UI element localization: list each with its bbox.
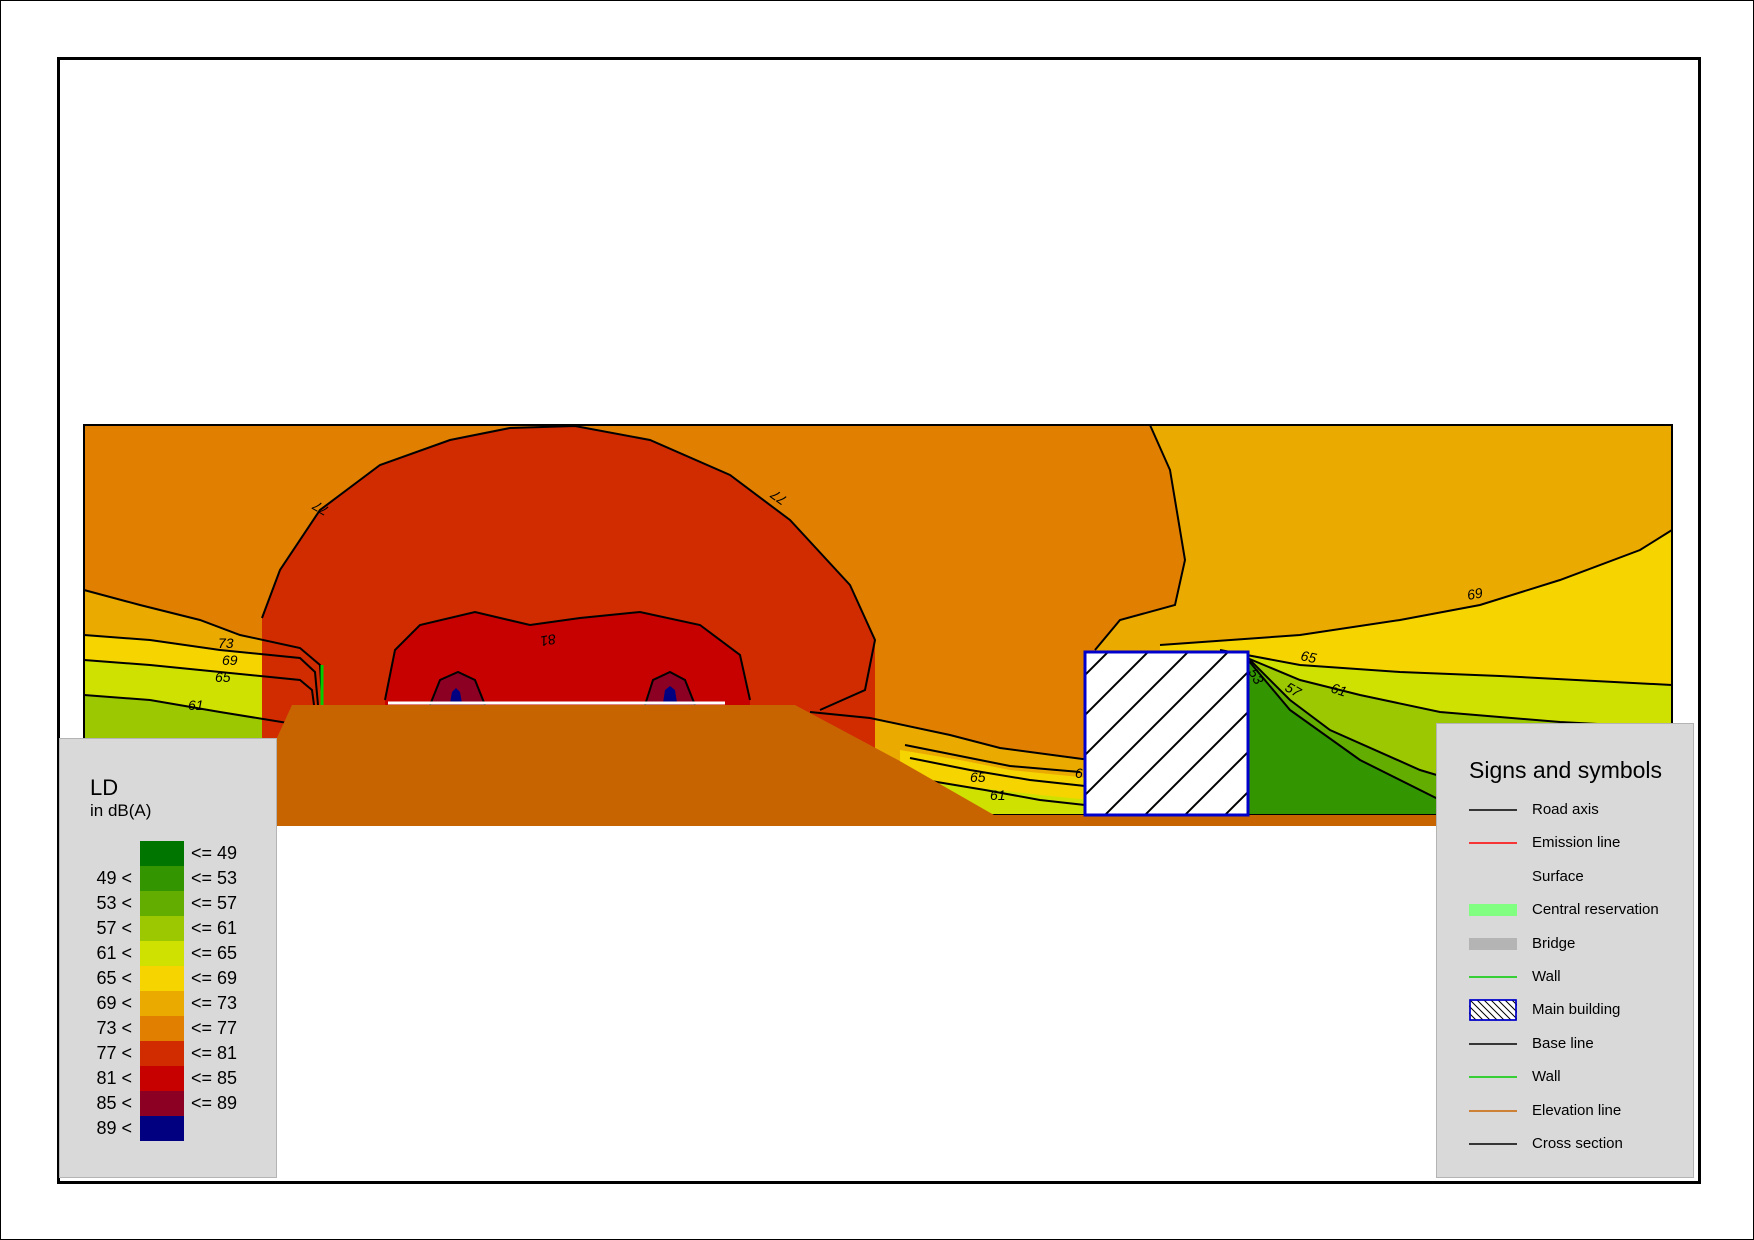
symbol-swatch-icon	[1469, 866, 1517, 888]
symbol-swatch-icon	[1469, 842, 1517, 845]
ld-scale-upper-bound: <= 57	[191, 893, 238, 913]
contour-label: 81	[539, 631, 557, 649]
symbol-label: Wall	[1532, 1068, 1561, 1086]
symbol-swatch-icon	[1469, 904, 1517, 917]
symbols-legend-title: Signs and symbols	[1469, 757, 1663, 783]
ld-scale-swatch	[140, 1091, 184, 1116]
ld-scale-row: 89 <	[60, 1116, 278, 1141]
ld-scale-row: 61 < <= 65	[60, 941, 278, 966]
ld-scale-upper-bound: <= 49	[191, 843, 238, 863]
ld-scale-row: 65 < <= 69	[60, 966, 278, 991]
symbol-swatch-icon	[1469, 1109, 1517, 1112]
ld-scale-swatch	[140, 966, 184, 991]
symbol-swatch-icon	[1469, 999, 1517, 1022]
ld-scale-lower-bound: 89 <	[96, 1118, 132, 1138]
ld-scale-upper-bound: <= 73	[191, 993, 238, 1013]
ld-scale-lower-bound: 73 <	[96, 1018, 132, 1038]
symbol-row: Road axis	[1437, 799, 1695, 821]
ld-legend: LD in dB(A) <= 49 49 < <= 53 53 < <= 57 57 < <…	[59, 738, 277, 1178]
ld-scale-swatch	[140, 891, 184, 916]
symbol-row: Elevation line	[1437, 1100, 1695, 1122]
ld-scale-row: 73 < <= 77	[60, 1016, 278, 1041]
symbol-label: Central reservation	[1532, 901, 1659, 919]
ld-scale-row: 77 < <= 81	[60, 1041, 278, 1066]
ld-legend-title: LD	[90, 775, 119, 800]
ld-scale-swatch	[140, 991, 184, 1016]
symbol-row: Cross section	[1437, 1133, 1695, 1155]
symbol-swatch-icon	[1469, 809, 1517, 811]
ld-scale-upper-bound: <= 69	[191, 968, 238, 988]
symbol-swatch-icon	[1469, 976, 1517, 978]
symbol-label: Road axis	[1532, 801, 1599, 818]
ld-scale-upper-bound: <= 89	[191, 1093, 238, 1113]
symbol-label: Cross section	[1532, 1135, 1623, 1152]
ld-scale-lower-bound: 77 <	[96, 1043, 132, 1063]
ld-scale-upper-bound: <= 81	[191, 1043, 238, 1063]
ld-scale-lower-bound: 49 <	[96, 868, 132, 888]
symbol-row: Bridge	[1437, 933, 1695, 955]
symbol-swatch-icon	[1469, 1076, 1517, 1078]
ld-scale-row: 69 < <= 73	[60, 991, 278, 1016]
ld-scale-swatch	[140, 916, 184, 941]
ld-scale-row: 53 < <= 57	[60, 891, 278, 916]
ld-scale-swatch	[140, 1116, 184, 1141]
ld-scale-row: 57 < <= 61	[60, 916, 278, 941]
ld-scale-lower-bound: 57 <	[96, 918, 132, 938]
ld-scale-row: <= 49	[60, 841, 278, 866]
ld-scale-upper-bound: <= 65	[191, 943, 238, 963]
symbol-row: Main building	[1437, 999, 1695, 1022]
symbol-swatch-icon	[1469, 1043, 1517, 1045]
ld-scale-lower-bound: 69 <	[96, 993, 132, 1013]
symbol-label: Emission line	[1532, 834, 1621, 852]
contour-label: 69	[1466, 584, 1484, 602]
symbol-swatch-icon	[1469, 937, 1517, 950]
symbol-label: Base line	[1532, 1034, 1594, 1052]
ld-scale-lower-bound: 85 <	[96, 1093, 132, 1113]
contour-label: 73	[218, 635, 234, 651]
ld-scale-swatch	[140, 1041, 184, 1066]
ld-scale-swatch	[140, 941, 184, 966]
ld-scale-lower-bound: 61 <	[96, 943, 132, 963]
symbol-label: Surface	[1532, 867, 1584, 885]
contour-label: 61	[990, 787, 1006, 803]
contour-label: 65	[970, 769, 986, 785]
ld-scale-row: 81 < <= 85	[60, 1066, 278, 1091]
ld-scale-swatch	[140, 866, 184, 891]
ld-scale-upper-bound: <= 77	[191, 1018, 238, 1038]
symbol-row: Wall	[1437, 966, 1695, 988]
ld-scale-swatch	[140, 1016, 184, 1041]
symbol-row: Central reservation	[1437, 899, 1695, 921]
ld-scale-lower-bound: 65 <	[96, 968, 132, 988]
symbols-legend: Signs and symbols Road axis Emission line…	[1436, 723, 1694, 1178]
ld-scale-swatch	[140, 841, 184, 866]
contour-label: 69	[222, 652, 238, 668]
symbol-row: Surface	[1437, 866, 1695, 888]
ld-scale-row: 85 < <= 89	[60, 1091, 278, 1116]
contour-label: 65	[215, 669, 231, 685]
ld-scale-upper-bound: <= 53	[191, 868, 238, 888]
symbol-label: Elevation line	[1532, 1101, 1622, 1119]
contour-label: 61	[188, 697, 204, 713]
symbol-swatch-icon	[1469, 1143, 1517, 1145]
symbol-row: Emission line	[1437, 832, 1695, 854]
ld-scale-upper-bound: <= 61	[191, 918, 238, 938]
symbol-row: Wall	[1437, 1066, 1695, 1088]
ld-scale-upper-bound: <= 85	[191, 1068, 238, 1088]
symbol-row: Base line	[1437, 1033, 1695, 1055]
ld-scale-row: 49 < <= 53	[60, 866, 278, 891]
symbol-label: Bridge	[1532, 934, 1576, 952]
symbol-label: Main building	[1532, 1001, 1621, 1019]
ld-legend-unit: in dB(A)	[90, 801, 152, 820]
ld-scale-lower-bound: 81 <	[96, 1068, 132, 1088]
main-building[interactable]	[1083, 650, 1250, 817]
ld-scale-swatch	[140, 1066, 184, 1091]
symbol-label: Wall	[1532, 968, 1561, 985]
contour-label: 6	[1075, 765, 1083, 781]
ld-scale-lower-bound: 53 <	[96, 893, 132, 913]
